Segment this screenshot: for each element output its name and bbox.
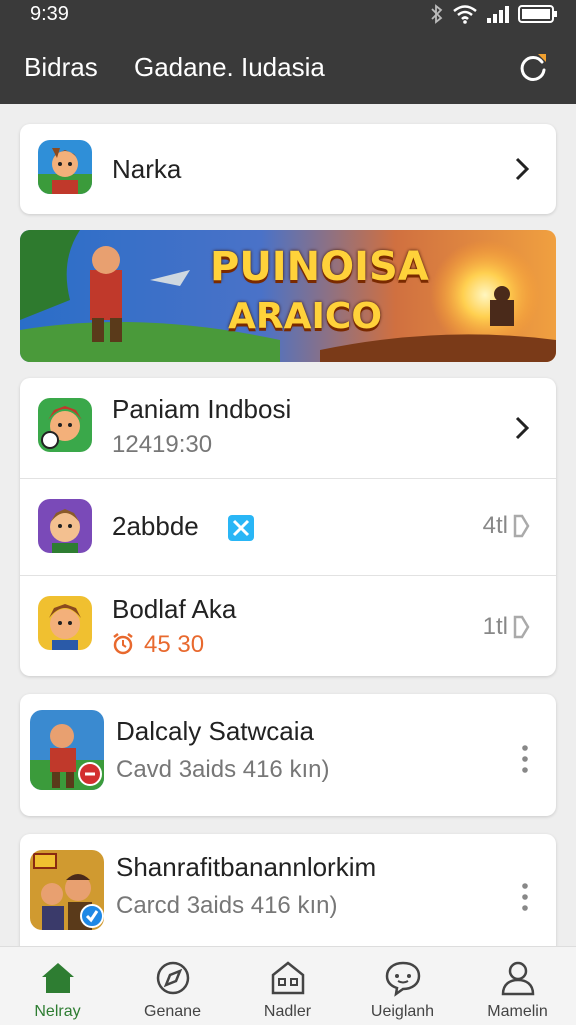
bottom-nav: Nelray Genane Nadler Ueiglanh Mamelin	[0, 946, 576, 1025]
store-icon	[271, 961, 305, 995]
list-item-tail[interactable]: 1tl	[483, 613, 530, 641]
app-icon-shanrafit	[30, 850, 104, 930]
refresh-icon[interactable]	[516, 50, 550, 84]
signal-icon	[487, 6, 509, 23]
download-arrow-icon	[513, 615, 530, 639]
promo-banner[interactable]: PUINOISA ARAICO	[20, 230, 556, 362]
nav-item-genane[interactable]: Genane	[115, 947, 230, 1025]
list-item[interactable]: Paniam Indbosi 12419:30	[20, 378, 556, 478]
app-card-title: Dalcaly Satwcaia	[116, 716, 314, 746]
app-card-subtitle: Carcd 3aids 416 kın)	[116, 892, 338, 919]
timer-value: 45 30	[144, 631, 205, 658]
status-icons	[430, 4, 558, 24]
nav-item-ueiglanh[interactable]: Ueiglanh	[345, 947, 460, 1025]
app-card-subtitle: Cavd 3aids 416 kın)	[116, 756, 330, 783]
nav-label: Nelray	[34, 1003, 81, 1020]
header-title-left[interactable]: Bidras	[24, 52, 98, 83]
nav-label: Mamelin	[487, 1003, 548, 1020]
verified-badge-icon	[228, 515, 254, 541]
chevron-right-icon	[515, 157, 530, 181]
app-bar: Bidras Gadane. Iudasia	[0, 30, 576, 104]
list-item-tail-text: 1tl	[482, 613, 508, 640]
status-bar: 9:39	[0, 0, 576, 30]
battery-icon	[518, 5, 557, 23]
nav-label: Genane	[144, 1003, 201, 1020]
nav-label: Nadler	[263, 1003, 312, 1020]
banner-title-line2: ARAICO	[228, 296, 382, 337]
more-options-icon[interactable]	[522, 882, 528, 912]
nav-item-home[interactable]: Nelray	[0, 947, 115, 1025]
banner-title-line1: PUINOISA	[210, 244, 429, 290]
list-item-title: 2abbde	[112, 511, 199, 541]
app-icon-narka	[38, 140, 92, 194]
app-icon-2abbde	[38, 499, 92, 553]
person-icon	[501, 961, 535, 996]
alarm-clock-icon	[113, 633, 133, 655]
chat-icon	[385, 961, 421, 997]
list-item-title: Bodlaf Aka	[112, 594, 237, 624]
app-card[interactable]: Dalcaly Satwcaia Cavd 3aids 416 kın)	[20, 694, 556, 816]
list-item-subtitle: 12419:30	[112, 431, 213, 458]
list-item[interactable]: Bodlaf Aka 45 30 1tl	[20, 576, 556, 676]
wifi-icon	[453, 5, 477, 24]
home-icon	[42, 963, 74, 993]
more-options-icon[interactable]	[522, 744, 528, 774]
list-item-title: Paniam Indbosi	[112, 394, 292, 424]
app-icon-bodlaf	[38, 596, 92, 650]
top-card-title: Narka	[112, 154, 182, 184]
list-group: Paniam Indbosi 12419:30 2abbde 4tl Bodla…	[20, 378, 556, 676]
chevron-right-icon	[515, 416, 530, 440]
top-card[interactable]: Narka	[20, 124, 556, 214]
page-title: Gadane. Iudasia	[134, 52, 325, 82]
nav-label: Ueiglanh	[370, 1003, 435, 1020]
download-arrow-icon	[513, 514, 530, 538]
compass-icon	[156, 961, 190, 995]
status-time: 9:39	[30, 3, 69, 25]
app-icon-dalcaly	[30, 710, 104, 790]
app-card[interactable]: Shanrafitbanannlorkim Carcd 3aids 416 kı…	[20, 834, 556, 956]
nav-item-nadler[interactable]: Nadler	[230, 947, 345, 1025]
app-card-title: Shanrafitbanannlorkim	[116, 852, 377, 882]
list-item-tail[interactable]: 4tl	[483, 512, 530, 540]
list-item[interactable]: 2abbde 4tl	[20, 479, 556, 575]
nav-item-mamelin[interactable]: Mamelin	[460, 947, 575, 1025]
app-icon-paniam	[38, 398, 92, 452]
list-item-tail-text: 4tl	[482, 512, 508, 539]
bluetooth-icon	[431, 4, 443, 24]
